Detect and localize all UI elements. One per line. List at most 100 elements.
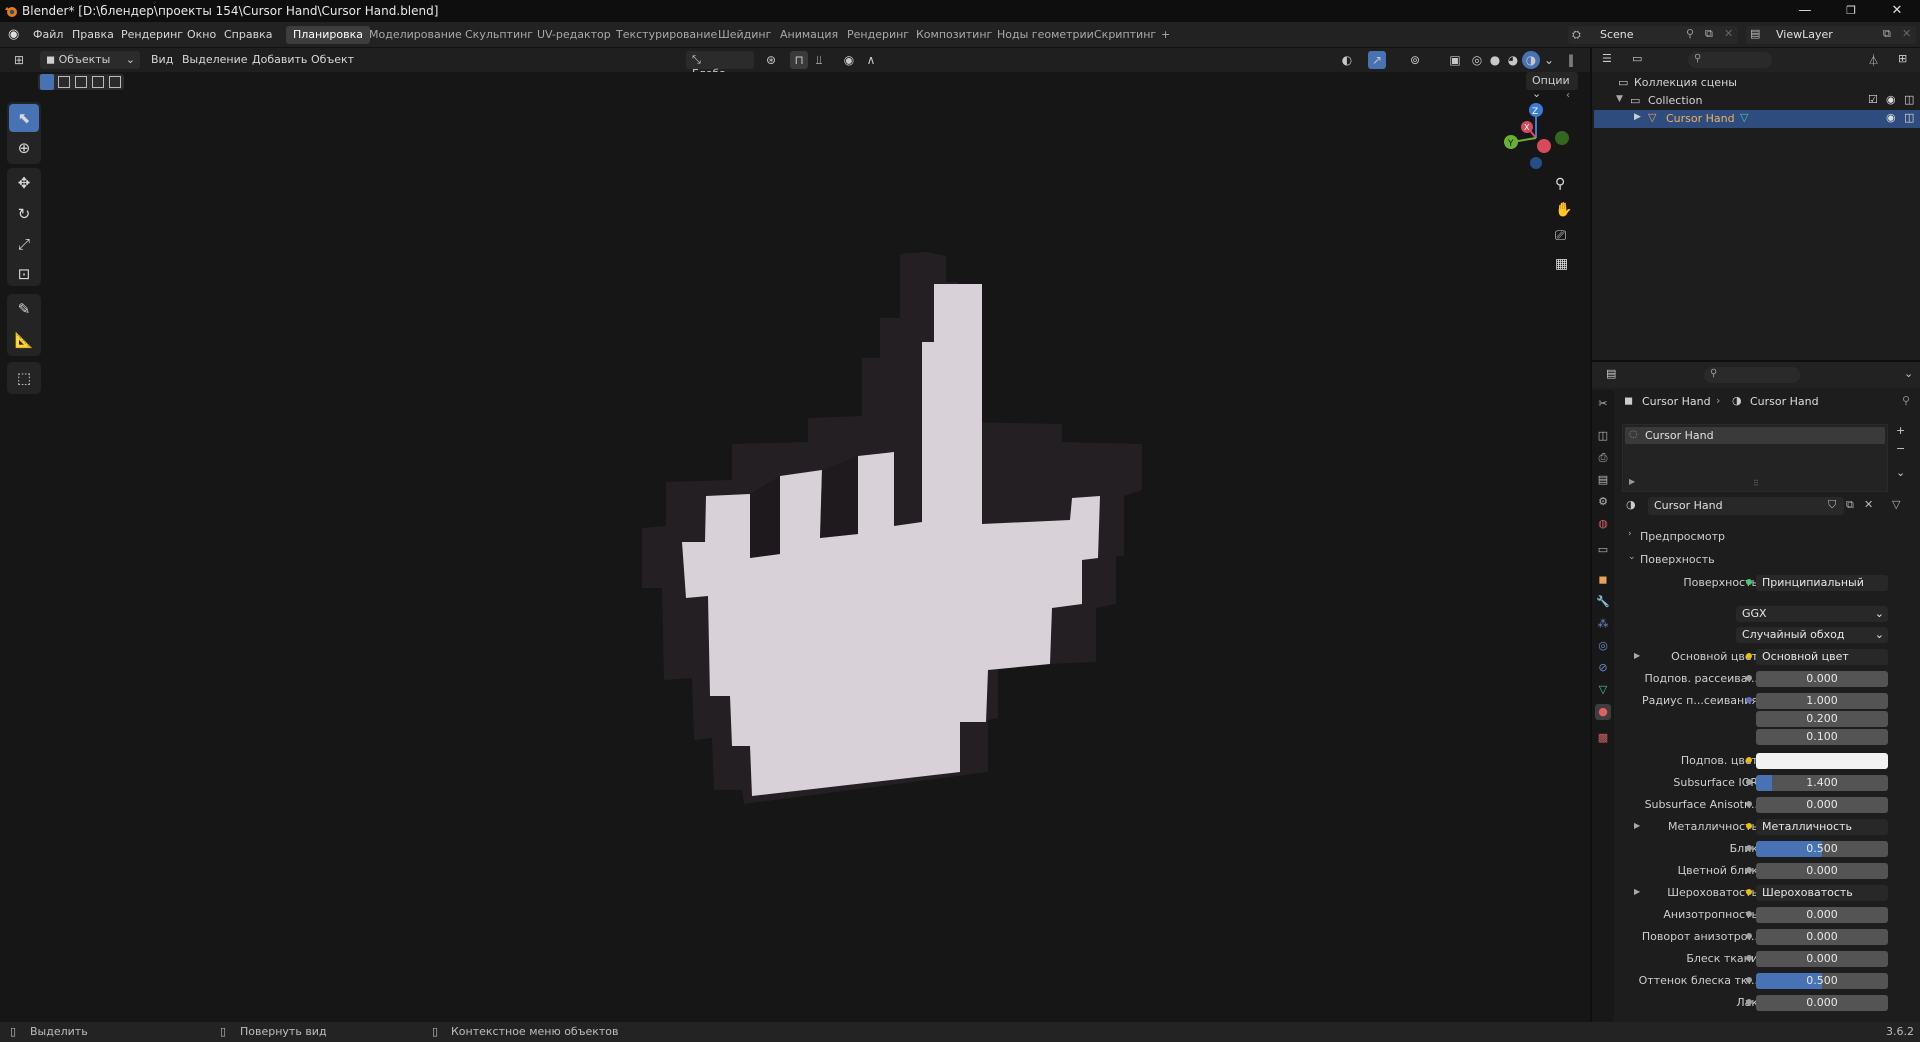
number-field[interactable]: 1.000• [1756,693,1888,709]
options-dropdown[interactable]: Опции ⌄ [1526,72,1578,100]
render-tab-icon[interactable]: ◫ [1595,428,1611,444]
falloff-icon[interactable]: ∧ [862,51,880,69]
eye-icon[interactable]: ◉ [1886,93,1896,106]
tab-geometry-nodes[interactable]: Ноды геометрии [990,26,1101,44]
expand-arrow-icon[interactable]: ▶ [1629,477,1635,486]
socket-dot-icon[interactable] [1746,845,1752,851]
collection-tab-icon[interactable]: ▭ [1595,542,1611,558]
unlink-material-icon[interactable]: ✕ [1864,498,1873,511]
linked-input-field[interactable]: Основной цвет• [1756,649,1888,665]
number-field[interactable]: 0.000• [1756,907,1888,923]
view-layer-tab-icon[interactable]: ▤ [1595,472,1611,488]
browse-material-icon[interactable]: ◑ [1626,498,1636,511]
wireframe-shading-icon[interactable]: ◎ [1468,51,1486,69]
material-tab-icon[interactable]: ● [1595,704,1611,720]
tab-shading[interactable]: Шейдинг [711,26,778,44]
tab-rendering[interactable]: Рендеринг [840,26,916,44]
outliner-row-collection[interactable]: ▼ ▭ Collection ☑ ◉ ◫ [1594,92,1920,110]
camera-icon[interactable]: ⎚ [1555,228,1566,244]
outliner-row-cursor-hand[interactable]: ▶ ▽ Cursor Hand ▽ ◉ ◫ [1594,110,1920,128]
select-box-tool[interactable]: ⬉ [9,104,39,132]
shading-options-icon[interactable]: ⌄ [1540,51,1558,69]
view-layer-selector[interactable]: ▤ ViewLayer ⧉ ✕ [1746,26,1916,44]
zoom-icon[interactable]: ⚲ [1555,176,1565,192]
menu-add[interactable]: Добавить [252,53,307,66]
new-collection-icon[interactable]: ⊞ [1898,52,1907,65]
proportional-edit-icon[interactable]: ◉ [840,51,858,69]
pin-icon[interactable]: ⚲ [1902,394,1910,407]
navigation-gizmo[interactable]: Z X Y [1498,100,1574,176]
socket-dot-icon[interactable] [1746,911,1752,917]
tab-uv-editing[interactable]: UV-редактор [530,26,618,44]
delete-view-layer-icon[interactable]: ✕ [1902,27,1911,40]
texture-tab-icon[interactable]: ▩ [1595,730,1611,746]
slot-specials-icon[interactable]: ⌄ [1896,466,1905,479]
socket-dot-icon[interactable] [1746,955,1752,961]
resize-handle-icon[interactable]: ⠿ [1753,479,1759,488]
tool-tab-icon[interactable]: ✂ [1595,396,1611,412]
constraints-tab-icon[interactable]: ⊘ [1595,660,1611,676]
number-field[interactable]: 0.000• [1756,671,1888,687]
perspective-grid-icon[interactable]: ▦ [1555,256,1568,272]
mesh-data-icon[interactable]: ▽ [1740,111,1748,124]
distribution-dropdown[interactable]: GGX ⌄ [1736,606,1888,622]
editor-type-icon[interactable]: ⊞ [10,51,28,69]
pause-render-icon[interactable]: ‖ [1562,51,1580,69]
menu-object[interactable]: Объект [311,53,354,66]
outliner-search-input[interactable]: ⚲ [1688,52,1772,68]
socket-dot-icon[interactable] [1746,757,1752,763]
pan-hand-icon[interactable]: ✋ [1555,202,1572,218]
pin-icon[interactable]: ⚲ [1686,27,1694,40]
material-name-field[interactable]: Cursor Hand [1648,497,1844,515]
minimize-button[interactable]: — [1782,0,1828,22]
new-view-layer-icon[interactable]: ⧉ [1883,27,1891,41]
new-scene-icon[interactable]: ⧉ [1705,27,1713,41]
overlays-icon[interactable]: ⊚ [1406,51,1424,69]
blender-menu-icon[interactable]: ◉ [8,27,19,42]
number-field[interactable]: 0.200• [1756,711,1888,727]
delete-scene-icon[interactable]: ✕ [1724,27,1733,40]
select-intersect-icon[interactable] [109,76,121,88]
move-tool[interactable]: ✥ [9,169,39,197]
socket-dot-icon[interactable] [1746,933,1752,939]
socket-dot-icon[interactable] [1746,977,1752,983]
panel-preview-header[interactable]: › Предпросмотр [1624,527,1914,545]
tab-layout[interactable]: Планировка [286,26,370,44]
expand-arrow-icon[interactable]: ▼ [1616,94,1623,104]
socket-dot-icon[interactable] [1746,779,1752,785]
number-field[interactable]: 0.500• [1756,841,1888,857]
pivot-icon[interactable]: ⊛ [762,51,780,69]
3d-viewport[interactable]: Опции ⌄ ⬉ ⊕ ✥ ↻ ⤢ ⊡ ✎ 📐 ⬚ Z X Y ‹ ⚲ ✋ ⎚ … [0,72,1590,1022]
menu-render[interactable]: Рендеринг [121,28,183,41]
socket-dot-icon[interactable] [1746,823,1752,829]
render-camera-icon[interactable]: ◫ [1904,93,1914,106]
select-extend-icon[interactable] [58,76,70,88]
outliner-row-scene-collection[interactable]: ▭ Коллекция сцены [1594,74,1920,92]
particles-tab-icon[interactable]: ⁂ [1595,616,1611,632]
add-slot-icon[interactable]: + [1896,424,1905,437]
eye-icon[interactable]: ◉ [1886,111,1896,124]
display-mode-icon[interactable]: ▭ [1632,52,1642,65]
world-tab-icon[interactable]: ◍ [1595,516,1611,532]
transform-tool[interactable]: ⊡ [9,260,39,288]
visibility-icon[interactable]: ◐ [1338,51,1356,69]
color-swatch[interactable]: • [1756,753,1888,769]
properties-search-input[interactable]: ⚲ [1704,367,1800,383]
tab-compositing[interactable]: Композитинг [909,26,999,44]
duplicate-material-icon[interactable]: ⧉ [1846,498,1854,512]
properties-editor-icon[interactable]: ▤ [1606,367,1616,380]
render-camera-icon[interactable]: ◫ [1904,111,1914,124]
number-field[interactable]: 0.100• [1756,729,1888,745]
subsurface-method-dropdown[interactable]: Случайный обход ⌄ [1736,627,1888,643]
tab-texture-paint[interactable]: Текстурирование [609,26,724,44]
select-invert-icon[interactable] [92,76,104,88]
cursor-hand-model[interactable] [630,252,1150,812]
sidebar-toggle-icon[interactable]: ‹ [1566,90,1570,101]
gizmo-toggle-icon[interactable]: ↗ [1368,51,1386,69]
cursor-tool[interactable]: ⊕ [9,134,39,162]
measure-tool[interactable]: 📐 [9,326,39,354]
linked-input-field[interactable]: Шероховатость• [1756,885,1888,901]
scale-tool[interactable]: ⤢ [9,230,39,258]
rotate-tool[interactable]: ↻ [9,200,39,228]
expand-arrow-icon[interactable]: ▶ [1634,112,1641,122]
